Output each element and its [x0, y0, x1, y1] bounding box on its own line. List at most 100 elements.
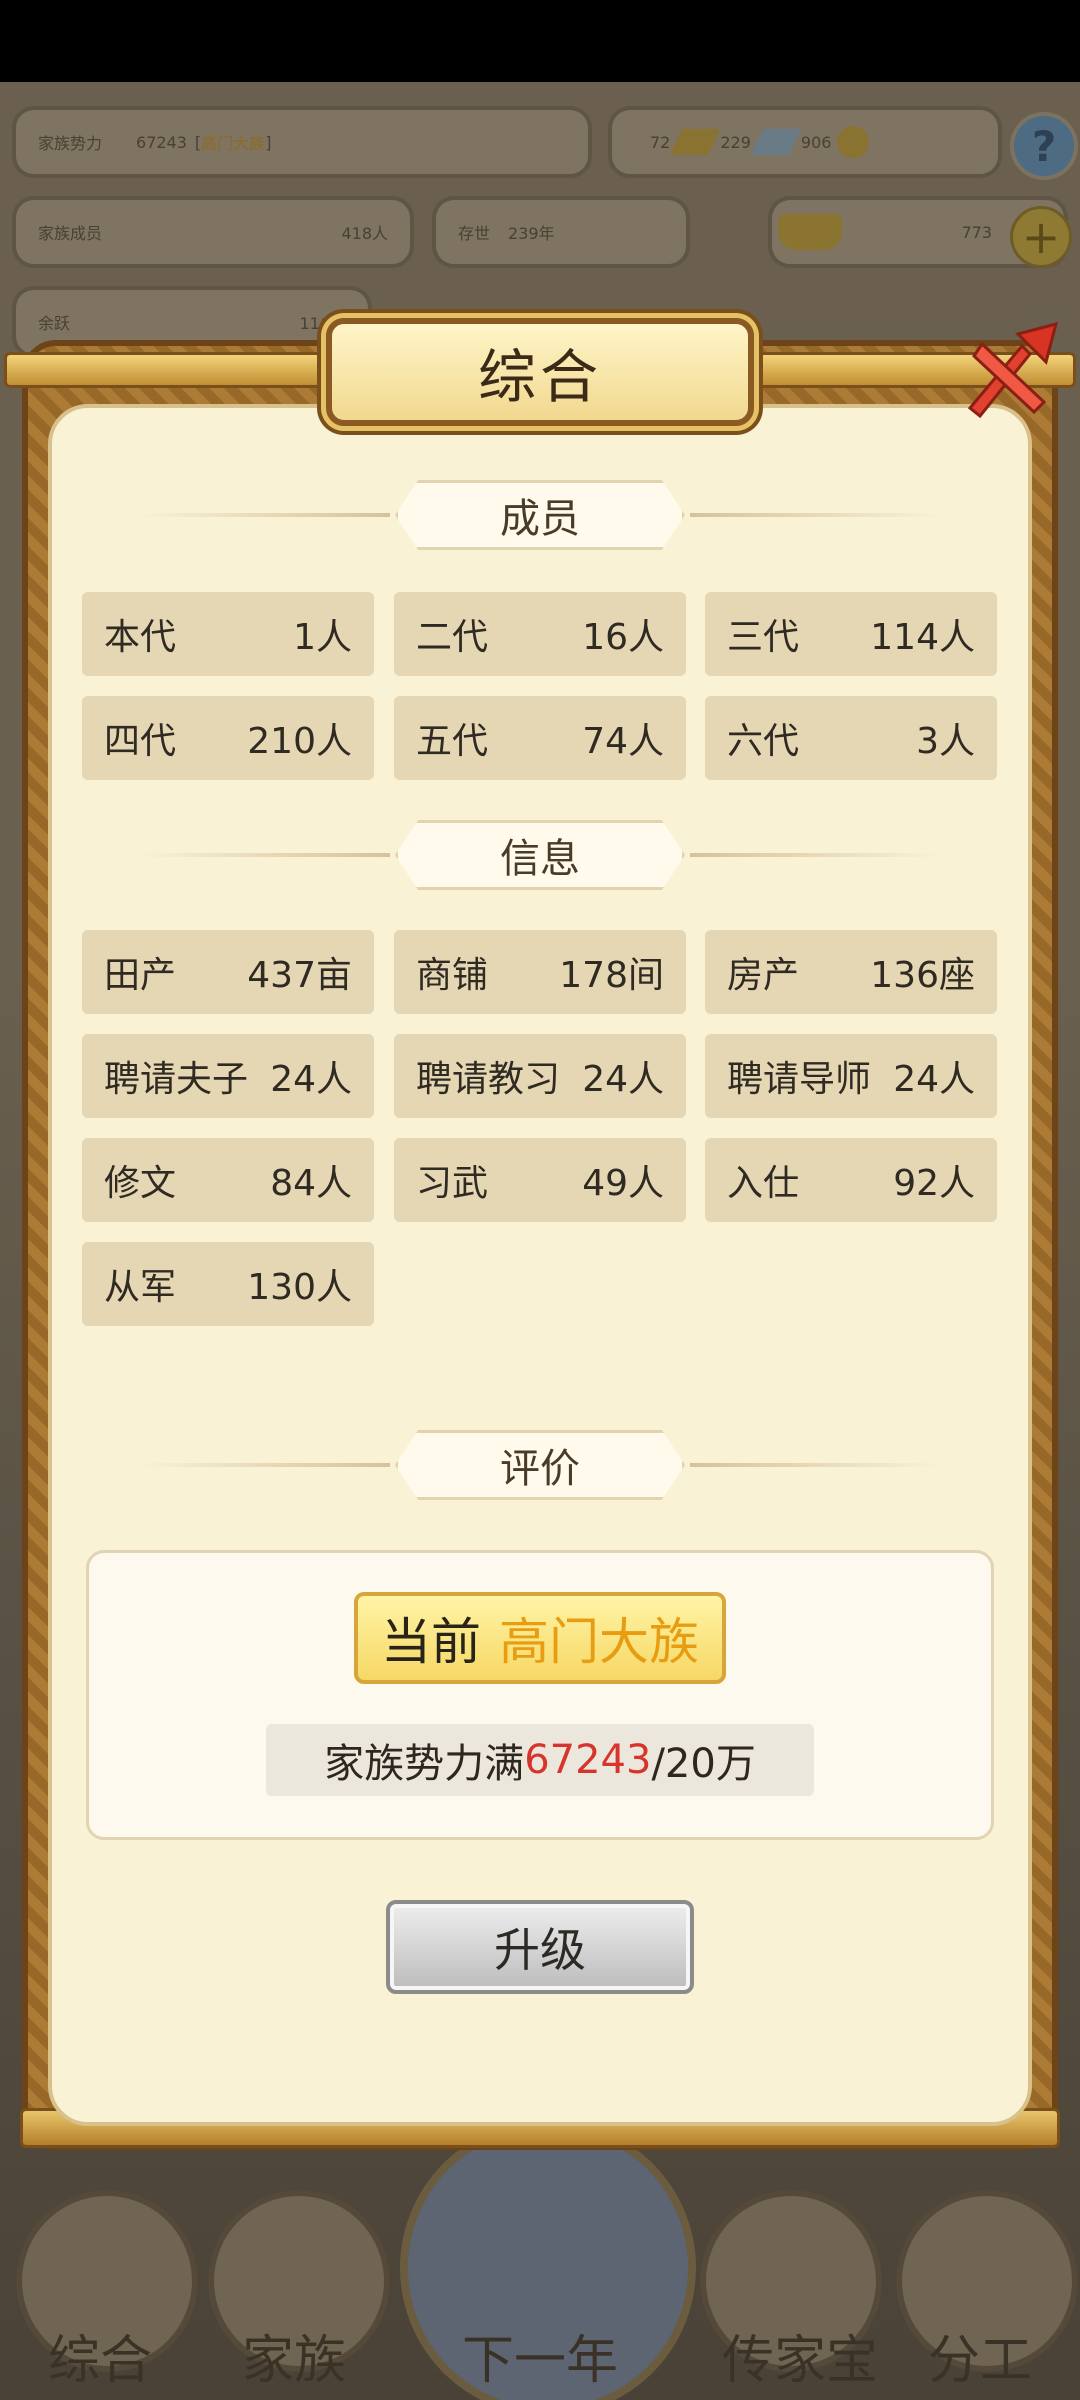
divider-line — [690, 513, 940, 517]
cell-label: 四代 — [104, 721, 177, 762]
divider-line — [140, 513, 390, 517]
cell-value: 92人 — [893, 1163, 975, 1204]
info-cell-literature: 修文 84人 — [82, 1138, 374, 1222]
members-section-title: 成员 — [395, 480, 685, 550]
current-rank-prefix: 当前 — [381, 1613, 481, 1671]
cell-label: 五代 — [416, 721, 489, 762]
cell-value: 130人 — [247, 1267, 352, 1308]
info-cell-fields: 田产 437亩 — [82, 930, 374, 1014]
help-button[interactable]: ? — [1010, 112, 1078, 180]
elder-label: 余跃 — [38, 314, 71, 333]
exist-years-pill: 存世 239年 — [432, 196, 690, 268]
currency-pill: 72 229 906 — [608, 106, 1002, 178]
close-button[interactable] — [950, 316, 1064, 426]
plus-icon: + — [1021, 210, 1061, 264]
gold-bar-icon — [670, 129, 721, 155]
power-progress: 家族势力满 67243 /20万 — [266, 1724, 814, 1796]
cell-value: 24人 — [582, 1059, 664, 1100]
info-section-title: 信息 — [395, 820, 685, 890]
help-icon: ? — [1031, 121, 1057, 171]
member-cell-gen5: 五代 74人 — [394, 696, 686, 780]
member-cell-gen2: 二代 16人 — [394, 592, 686, 676]
exist-label: 存世 — [458, 224, 491, 243]
ingot-count: 773 — [961, 222, 992, 242]
family-members-label: 家族成员 — [38, 224, 103, 243]
status-bar — [0, 0, 1080, 82]
upgrade-button[interactable]: 升级 — [386, 1900, 694, 1994]
divider-line — [690, 1463, 940, 1467]
info-section-header: 信息 — [140, 820, 940, 890]
coin-icon — [837, 126, 870, 158]
family-power-value: 67243 — [136, 132, 187, 152]
family-rank: 高门大族 — [201, 134, 266, 153]
divider-line — [690, 853, 940, 857]
power-progress-current: 67243 — [524, 1737, 652, 1783]
cell-label: 入仕 — [727, 1163, 800, 1204]
family-power-pill: 家族势力 67243 [ 高门大族 ] — [12, 106, 592, 178]
silver-bar-count: 229 — [720, 132, 751, 152]
dialog-title: 综合 — [326, 318, 754, 426]
member-cell-gen4: 四代 210人 — [82, 696, 374, 780]
cell-label: 房产 — [727, 955, 800, 996]
nav-tab-next-year[interactable]: 下一年 — [440, 2318, 640, 2393]
cell-value: 74人 — [582, 721, 664, 762]
current-rank-name: 高门大族 — [499, 1613, 699, 1671]
cell-label: 二代 — [416, 617, 489, 658]
gold-bar-count: 72 — [650, 132, 671, 152]
cell-label: 聘请夫子 — [104, 1059, 249, 1100]
family-power-label: 家族势力 — [38, 134, 103, 153]
cell-label: 聘请教习 — [416, 1059, 561, 1100]
cell-label: 田产 — [104, 955, 177, 996]
add-ingot-button[interactable]: + — [1010, 206, 1072, 268]
info-cell-martial: 习武 49人 — [394, 1138, 686, 1222]
info-cell-instructors: 聘请教习 24人 — [394, 1034, 686, 1118]
cell-value: 136座 — [870, 955, 975, 996]
current-rank-badge: 当前 高门大族 — [354, 1592, 726, 1684]
game-screen: 家族势力 67243 [ 高门大族 ] 72 229 906 ? 家族成员 41… — [0, 0, 1080, 2400]
power-progress-prefix: 家族势力满 — [324, 1741, 525, 1787]
cell-label: 从军 — [104, 1267, 177, 1308]
cell-label: 六代 — [727, 721, 800, 762]
cell-value: 24人 — [270, 1059, 352, 1100]
divider-line — [140, 1463, 390, 1467]
nav-tab-heirloom[interactable]: 传家宝 — [700, 2318, 900, 2393]
cell-value: 1人 — [293, 617, 352, 658]
cell-value: 178间 — [559, 955, 664, 996]
info-cell-officials: 入仕 92人 — [705, 1138, 997, 1222]
close-icon — [967, 321, 1059, 419]
cell-value: 3人 — [916, 721, 975, 762]
nav-tab-family[interactable]: 家族 — [194, 2318, 394, 2393]
cell-label: 商铺 — [416, 955, 489, 996]
silver-bar-icon — [750, 129, 801, 155]
cell-value: 24人 — [893, 1059, 975, 1100]
cell-value: 210人 — [247, 721, 352, 762]
cell-label: 聘请导师 — [727, 1059, 872, 1100]
ingot-icon — [778, 214, 842, 250]
rank-bracket-close: ] — [265, 132, 272, 152]
nav-tab-overview[interactable]: 综合 — [0, 2318, 200, 2393]
info-cell-mentors: 聘请导师 24人 — [705, 1034, 997, 1118]
cell-value: 49人 — [582, 1163, 664, 1204]
info-cell-tutors: 聘请夫子 24人 — [82, 1034, 374, 1118]
nav-tab-division[interactable]: 分工 — [880, 2318, 1080, 2393]
info-cell-military: 从军 130人 — [82, 1242, 374, 1326]
member-cell-gen1: 本代 1人 — [82, 592, 374, 676]
family-members-pill: 家族成员 418人 — [12, 196, 414, 268]
cell-label: 三代 — [727, 617, 800, 658]
cell-value: 16人 — [582, 617, 664, 658]
family-members-value: 418人 — [341, 224, 388, 243]
coin-count: 906 — [800, 132, 832, 152]
evaluation-section-header: 评价 — [140, 1430, 940, 1500]
info-cell-houses: 房产 136座 — [705, 930, 997, 1014]
member-cell-gen6: 六代 3人 — [705, 696, 997, 780]
exist-value: 239年 — [508, 224, 555, 243]
cell-label: 习武 — [416, 1163, 489, 1204]
cell-value: 437亩 — [247, 955, 352, 996]
info-cell-shops: 商铺 178间 — [394, 930, 686, 1014]
cell-value: 84人 — [270, 1163, 352, 1204]
member-cell-gen3: 三代 114人 — [705, 592, 997, 676]
cell-label: 本代 — [104, 617, 177, 658]
cell-label: 修文 — [104, 1163, 177, 1204]
power-progress-target: /20万 — [651, 1741, 756, 1787]
cell-value: 114人 — [870, 617, 975, 658]
